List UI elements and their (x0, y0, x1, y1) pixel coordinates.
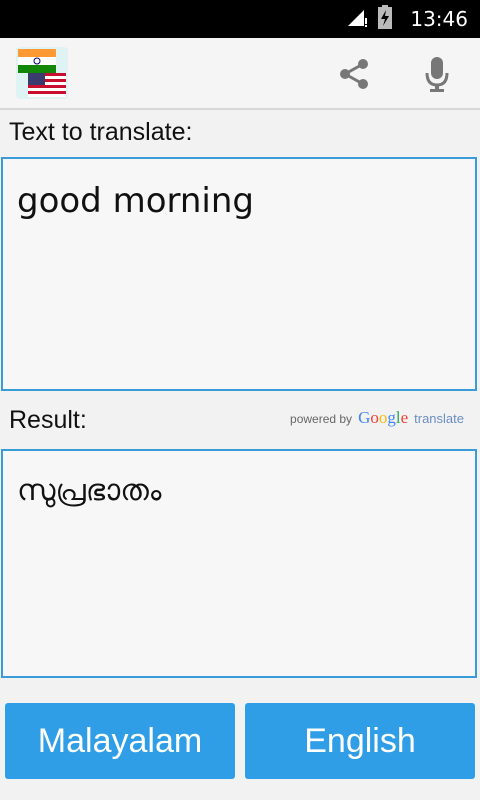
result-text: സുപ്രഭാതം (17, 473, 162, 508)
result-label: Result: (9, 406, 87, 434)
google-logo: Google (358, 408, 409, 427)
powered-by-google-translate: powered by Google translate (290, 408, 464, 428)
translate-text: translate (414, 411, 464, 426)
signal-icon (346, 6, 368, 33)
app-bar (0, 38, 480, 110)
battery-icon (378, 4, 393, 34)
result-text-field[interactable]: സുപ്രഭാതം (1, 449, 477, 678)
india-us-flags-icon[interactable] (16, 47, 68, 99)
status-time: 13:46 (410, 7, 468, 31)
share-icon[interactable] (332, 52, 376, 96)
status-bar: 13:46 (0, 0, 480, 38)
microphone-icon[interactable] (415, 52, 459, 96)
source-language-button[interactable]: Malayalam (5, 703, 235, 779)
input-text[interactable]: good morning (17, 181, 254, 221)
target-language-button[interactable]: English (245, 703, 475, 779)
input-label: Text to translate: (9, 118, 193, 146)
input-text-field[interactable]: good morning (1, 157, 477, 391)
powered-by-text: powered by (290, 412, 353, 426)
